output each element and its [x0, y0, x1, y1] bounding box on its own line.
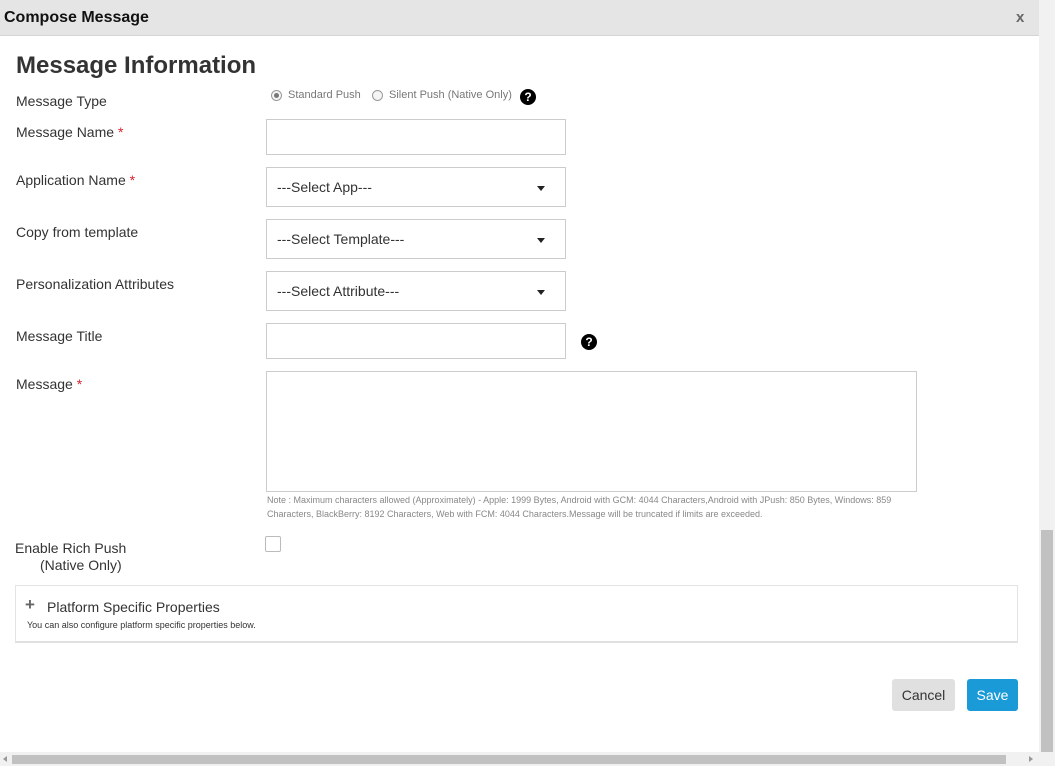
message-type-help-icon[interactable]: ? [520, 89, 536, 105]
copy-template-value: ---Select Template--- [277, 231, 405, 247]
message-name-label: Message Name * [16, 124, 123, 140]
personalization-select[interactable]: ---Select Attribute--- [266, 271, 566, 311]
vertical-scrollbar-thumb[interactable] [1041, 530, 1053, 752]
platform-properties-panel[interactable]: + Platform Specific Properties You can a… [15, 585, 1018, 643]
message-label: Message * [16, 376, 82, 392]
message-title-input[interactable] [266, 323, 566, 359]
rich-push-label-line1: Enable Rich Push [15, 540, 127, 556]
plus-icon[interactable]: + [25, 596, 35, 613]
rich-push-label: Enable Rich Push (Native Only) [15, 540, 126, 574]
chevron-down-icon [537, 238, 545, 243]
message-textarea[interactable] [266, 371, 917, 492]
save-button[interactable]: Save [967, 679, 1018, 711]
standard-push-radio-item[interactable]: Standard Push [271, 89, 361, 101]
silent-push-radio[interactable] [372, 89, 383, 101]
message-title-help-icon[interactable]: ? [581, 334, 597, 350]
vertical-scrollbar[interactable] [1039, 0, 1055, 752]
required-marker: * [129, 172, 136, 188]
horizontal-scrollbar[interactable] [0, 752, 1055, 766]
required-marker: * [117, 124, 124, 140]
scroll-left-icon[interactable] [3, 756, 7, 762]
message-type-label: Message Type [16, 93, 107, 109]
chevron-down-icon [537, 186, 545, 191]
platform-properties-subtitle: You can also configure platform specific… [27, 620, 256, 630]
platform-properties-title[interactable]: Platform Specific Properties [47, 599, 220, 615]
rich-push-checkbox[interactable] [265, 536, 281, 552]
horizontal-scrollbar-thumb[interactable] [12, 755, 1006, 764]
rich-push-label-line2: (Native Only) [40, 557, 122, 573]
personalization-value: ---Select Attribute--- [277, 283, 400, 299]
application-name-select[interactable]: ---Select App--- [266, 167, 566, 207]
standard-push-label: Standard Push [288, 89, 361, 101]
message-name-input[interactable] [266, 119, 566, 155]
cancel-button[interactable]: Cancel [892, 679, 955, 711]
silent-push-label: Silent Push (Native Only) [389, 89, 512, 101]
section-heading: Message Information [16, 52, 257, 79]
application-name-label: Application Name * [16, 172, 135, 188]
chevron-down-icon [537, 290, 545, 295]
scroll-right-icon[interactable] [1029, 756, 1033, 762]
dialog-title: Compose Message [4, 9, 149, 26]
dialog-titlebar: Compose Message x [0, 0, 1055, 36]
silent-push-radio-item[interactable]: Silent Push (Native Only) [372, 89, 512, 101]
copy-template-select[interactable]: ---Select Template--- [266, 219, 566, 259]
personalization-label: Personalization Attributes [16, 276, 174, 292]
required-marker: * [76, 376, 83, 392]
message-name-label-text: Message Name [16, 124, 115, 140]
close-icon[interactable]: x [1016, 9, 1024, 26]
standard-push-radio[interactable] [271, 89, 282, 101]
application-name-value: ---Select App--- [277, 179, 372, 195]
copy-template-label: Copy from template [16, 224, 139, 240]
application-name-label-text: Application Name [16, 172, 126, 188]
message-limit-note: Note : Maximum characters allowed (Appro… [267, 495, 892, 519]
message-title-label: Message Title [16, 328, 103, 344]
message-label-text: Message [16, 376, 73, 392]
